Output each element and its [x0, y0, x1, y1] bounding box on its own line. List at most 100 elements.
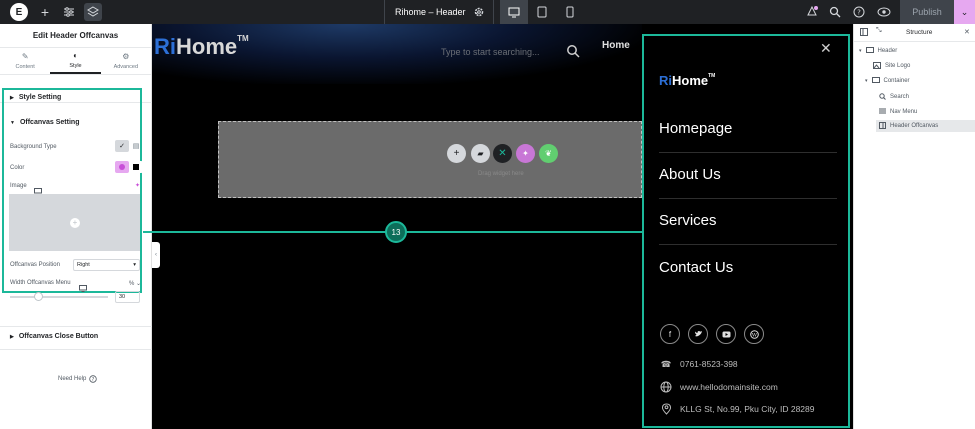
dynamic-tags-icon[interactable]: ✦: [135, 182, 140, 189]
site-settings-icon[interactable]: [62, 5, 76, 19]
logo-ri: Ri: [154, 34, 176, 59]
tree-label: Header: [877, 48, 898, 54]
offcanvas-menu-about-us[interactable]: About Us: [659, 166, 721, 183]
search-input[interactable]: Type to start searching...: [441, 47, 540, 57]
width-slider-track[interactable]: [10, 296, 108, 298]
site-logo[interactable]: RiHomeTM: [154, 34, 249, 60]
search-icon: [879, 92, 886, 102]
envato-elements-button[interactable]: ❦: [539, 144, 558, 163]
publish-options-button[interactable]: ⌄: [954, 0, 975, 24]
unit-selector[interactable]: % ⌄: [129, 280, 141, 287]
width-slider-handle[interactable]: [34, 292, 43, 301]
search-icon[interactable]: [829, 5, 843, 19]
offcanvas-site-logo[interactable]: RiHomeTM: [659, 73, 715, 88]
offcanvas-close-icon[interactable]: ✕: [820, 40, 832, 57]
tree-item-header-offcanvas[interactable]: Header Offcanvas: [876, 120, 975, 132]
tree-item-nav-menu[interactable]: Nav Menu: [879, 106, 917, 118]
svg-text:?: ?: [857, 9, 861, 17]
phone-text: 0761-8523-398: [680, 359, 738, 369]
tab-content[interactable]: ✎ Content: [0, 48, 50, 74]
collapse-panel-button[interactable]: ‹: [152, 242, 160, 268]
logo-tm: TM: [237, 34, 249, 43]
tab-style[interactable]: ◐ Style: [50, 48, 101, 74]
folder-icon: ▰: [477, 149, 484, 158]
expand-panel-icon[interactable]: [860, 28, 868, 38]
logo-tm: TM: [708, 73, 716, 79]
tree-label: Site Logo: [885, 63, 911, 69]
contact-website[interactable]: www.hellodomainsite.com: [659, 380, 778, 394]
close-icon[interactable]: ✕: [964, 28, 970, 36]
youtube-icon[interactable]: [716, 324, 736, 344]
offcanvas-menu-preview: ✕ RiHomeTM Homepage About Us Services Co…: [642, 34, 850, 428]
desktop-icon: [508, 7, 520, 17]
desktop-responsive-icon[interactable]: [34, 182, 42, 195]
contact-address: KLLG St, No.99, Pku City, ID 28289: [659, 402, 815, 416]
website-text: www.hellodomainsite.com: [680, 382, 778, 392]
offcanvas-menu-homepage[interactable]: Homepage: [659, 120, 732, 137]
panel-tabs: ✎ Content ◐ Style ⚙ Advanced: [0, 48, 151, 75]
add-section-button[interactable]: +: [447, 144, 466, 163]
divider: [0, 349, 152, 350]
collapse-all-icon[interactable]: ⤡: [876, 27, 882, 35]
background-gradient-button[interactable]: ▤: [129, 140, 143, 152]
offcanvas-position-label: Offcanvas Position: [10, 262, 60, 268]
drop-zone-hint: Drag widget here: [478, 171, 524, 177]
global-color-swatch[interactable]: [115, 161, 129, 173]
tree-label: Search: [890, 94, 910, 100]
caret-down-icon: ▾: [859, 48, 862, 54]
notifications-icon[interactable]: [805, 5, 819, 19]
background-classic-button[interactable]: ✓: [115, 140, 129, 152]
menu-divider: [659, 244, 837, 245]
width-offcanvas-label: Width Offcanvas Menu: [10, 280, 71, 286]
offcanvas-menu-contact-us[interactable]: Contact Us: [659, 259, 733, 276]
svg-text:?: ?: [92, 377, 95, 383]
structure-layers-icon[interactable]: [84, 3, 102, 21]
menu-icon: [879, 108, 886, 116]
width-number-input[interactable]: 30: [115, 291, 140, 303]
add-element-icon[interactable]: +: [38, 4, 52, 20]
desktop-view-button[interactable]: [500, 0, 528, 24]
contact-phone: ☎ 0761-8523-398: [659, 357, 738, 371]
section-offcanvas-setting[interactable]: ▼ Offcanvas Setting: [2, 119, 87, 126]
step-number-badge: 13: [385, 221, 407, 243]
twitter-icon[interactable]: [688, 324, 708, 344]
add-image-plus-icon[interactable]: +: [70, 218, 80, 228]
wordpress-icon[interactable]: W: [744, 324, 764, 344]
tree-item-search[interactable]: Search: [879, 91, 909, 103]
menu-divider: [659, 198, 837, 199]
tablet-view-button[interactable]: [528, 0, 556, 24]
widget-drop-zone[interactable]: [218, 121, 642, 198]
page-settings-gear-icon[interactable]: [472, 5, 486, 19]
tab-advanced[interactable]: ⚙ Advanced: [101, 48, 151, 74]
search-icon[interactable]: [566, 44, 580, 58]
tree-label: Header Offcanvas: [890, 123, 939, 129]
elementor-logo-icon[interactable]: E: [10, 3, 28, 21]
kit-addon-button[interactable]: ✕: [493, 144, 512, 163]
publish-button[interactable]: Publish: [900, 0, 954, 24]
tree-item-header[interactable]: ▾ Header: [859, 45, 897, 57]
tree-item-container[interactable]: ▾ Container: [865, 75, 910, 87]
offcanvas-menu-services[interactable]: Services: [659, 212, 717, 229]
ai-assistant-button[interactable]: ✦: [516, 144, 535, 163]
color-picker-swatch[interactable]: [129, 161, 143, 173]
black-square-icon: [133, 164, 139, 170]
mobile-view-button[interactable]: [556, 0, 584, 24]
preview-eye-icon[interactable]: [877, 5, 891, 19]
map-pin-icon: [659, 402, 673, 416]
pencil-icon: ✎: [21, 51, 29, 61]
desktop-responsive-icon[interactable]: [79, 279, 87, 292]
gradient-icon: ▤: [132, 143, 140, 150]
background-type-label: Background Type: [10, 144, 57, 150]
offcanvas-icon: [879, 121, 886, 131]
help-circle-icon: ?: [89, 375, 98, 383]
offcanvas-position-select[interactable]: Right ▾: [73, 259, 140, 271]
nav-link-home[interactable]: Home: [602, 40, 630, 51]
template-library-button[interactable]: ▰: [471, 144, 490, 163]
leaf-icon: ❦: [545, 149, 552, 158]
help-icon[interactable]: ?: [853, 5, 867, 19]
need-help-link[interactable]: Need Help ?: [58, 375, 98, 383]
section-offcanvas-close-button[interactable]: ▶ Offcanvas Close Button: [2, 333, 106, 340]
tab-label: Advanced: [113, 63, 139, 70]
facebook-icon[interactable]: f: [660, 324, 680, 344]
tree-item-site-logo[interactable]: Site Logo: [873, 60, 910, 72]
